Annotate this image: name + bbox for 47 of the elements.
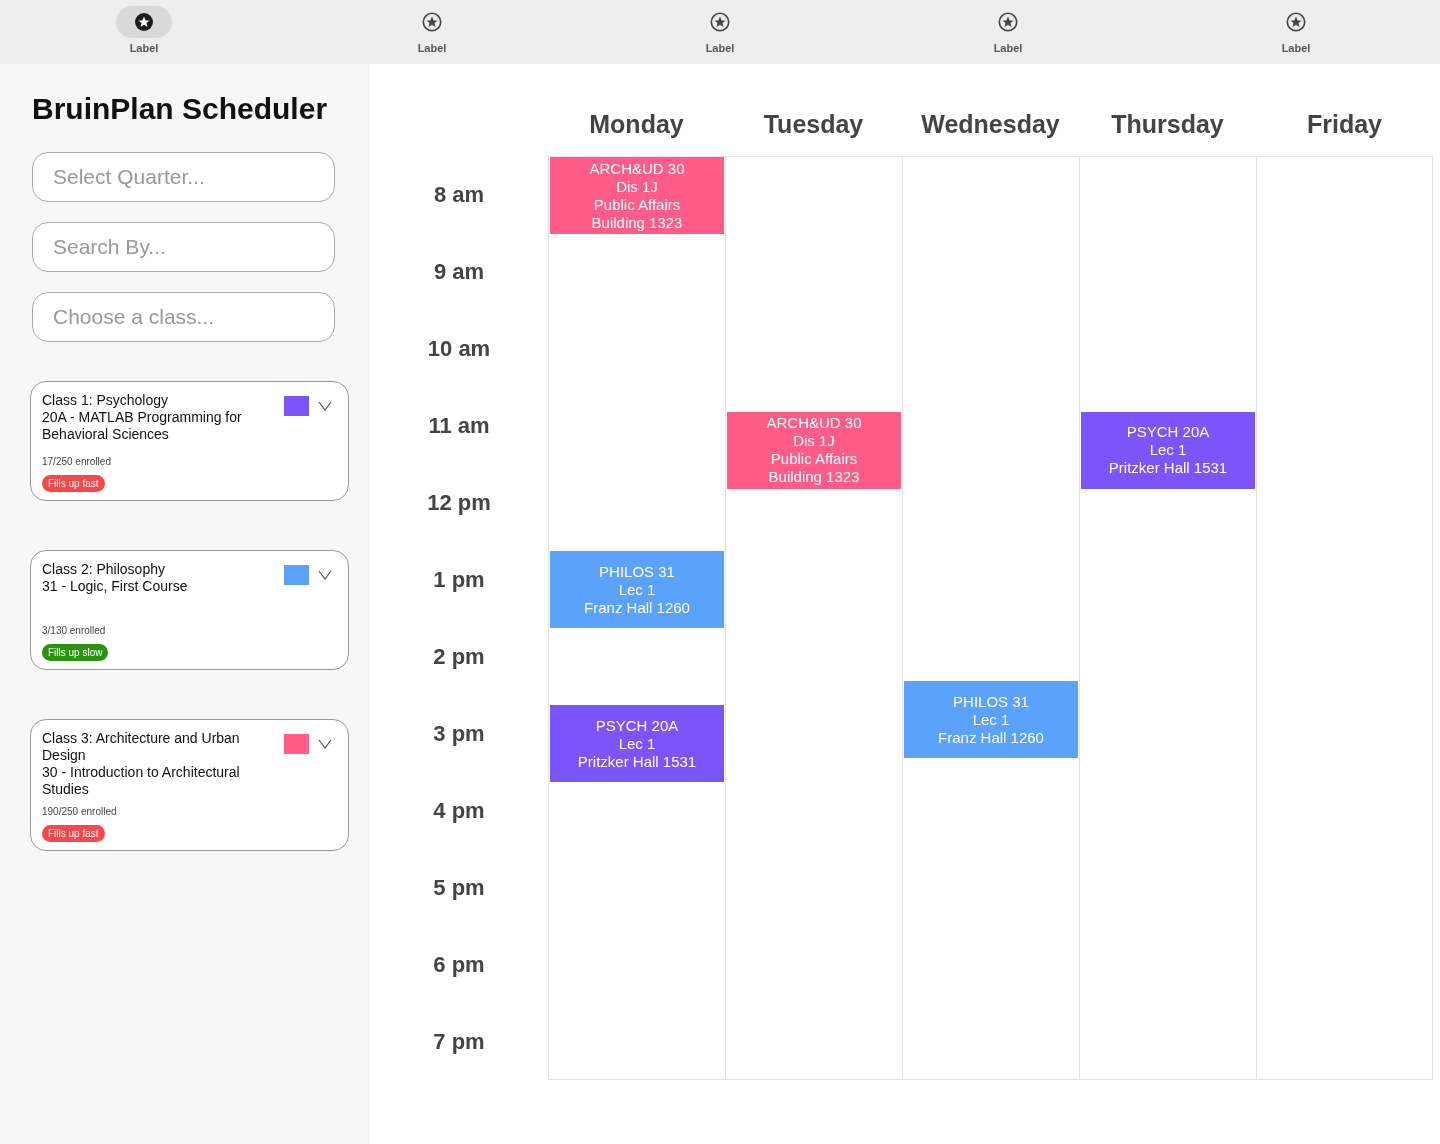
enrollment-count: 3/130 enrolled [42,625,107,636]
hour-label: 10 am [427,335,491,362]
class-event[interactable]: ARCH&UD 30 Dis 1J Public Affairs Building 1323 [550,157,724,234]
chevron-icon[interactable] [318,739,332,749]
app-title: BruinPlan Scheduler [32,92,329,126]
class-event[interactable]: PHILOS 31 Lec 1 Franz Hall 1260 [550,551,724,629]
hour-label: 9 am [433,258,485,285]
class-title: Class 3: Architecture and Urban Design 30 - Introduction to Architectural Studies [42,730,241,798]
input-field[interactable]: Search By... [32,222,335,272]
hour-label: 5 pm [433,874,485,901]
hour-label: 12 pm [427,489,491,516]
hour-label: 11 am [428,412,490,439]
nav-tab[interactable]: Label [1152,0,1440,64]
enrollment-count: 17/250 enrolled [42,456,112,467]
nav-tab[interactable]: Label [0,0,288,64]
day-header: Tuesday [762,109,865,139]
nav-tab[interactable]: Label [288,0,576,64]
input-field[interactable]: Choose a class... [32,292,335,342]
nav-tab[interactable]: Label [864,0,1152,64]
day-header: Friday [1306,109,1383,139]
status-tag: Fills up fast [42,825,105,842]
hour-label: 7 pm [433,1028,485,1055]
color-swatch[interactable] [284,734,309,754]
class-title: Class 1: Psychology 20A - MATLAB Programming for Behavioral Sciences [42,392,243,443]
status-tag: Fills up fast [42,475,105,492]
class-title: Class 2: Philosophy 31 - Logic, First Course [42,561,189,595]
hour-label: 3 pm [433,720,485,747]
color-swatch[interactable] [284,565,309,585]
class-event[interactable]: ARCH&UD 30 Dis 1J Public Affairs Building 1323 [727,411,901,489]
color-swatch[interactable] [284,396,309,416]
day-header: Wednesday [920,109,1061,139]
day-header: Monday [588,109,685,139]
enrollment-count: 190/250 enrolled [42,806,118,817]
hour-label: 2 pm [433,643,485,670]
status-tag: Fills up slow [42,644,109,661]
hour-label: 6 pm [433,951,485,978]
hour-label: 1 pm [433,566,485,593]
chevron-icon[interactable] [318,570,332,580]
input-field[interactable]: Select Quarter... [32,152,335,202]
hour-label: 8 am [433,181,485,208]
chevron-icon[interactable] [318,401,332,411]
nav-tab[interactable]: Label [576,0,864,64]
day-header: Thursday [1110,109,1225,139]
class-event[interactable]: PSYCH 20A Lec 1 Pritzker Hall 1531 [550,705,724,783]
hour-label: 4 pm [433,797,485,824]
class-event[interactable]: PHILOS 31 Lec 1 Franz Hall 1260 [904,681,1078,759]
class-event[interactable]: PSYCH 20A Lec 1 Pritzker Hall 1531 [1081,411,1255,489]
